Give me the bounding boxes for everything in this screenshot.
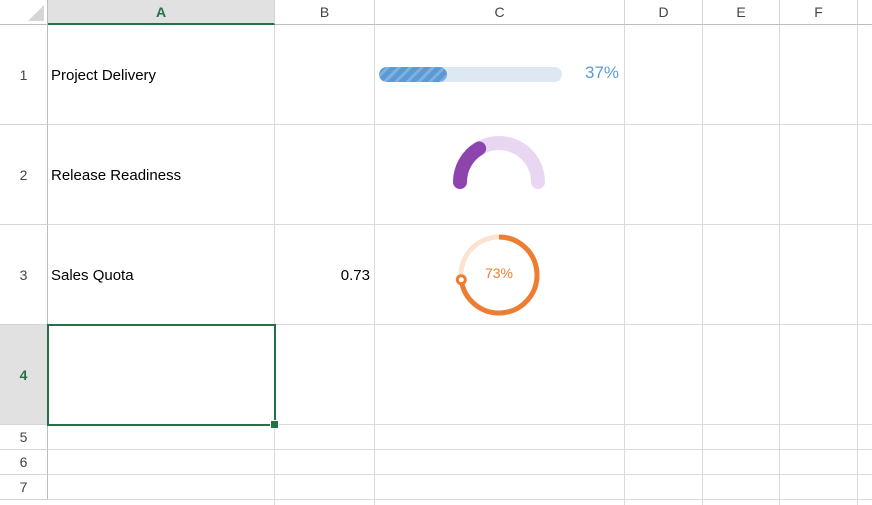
gauge-fill [453, 141, 487, 189]
row-header-1[interactable]: 1 [0, 25, 48, 125]
column-header-e[interactable]: E [703, 0, 780, 25]
gridline [48, 499, 872, 500]
active-cell-a4[interactable] [47, 324, 279, 429]
gridline [779, 25, 780, 505]
row-header-2[interactable]: 2 [0, 125, 48, 225]
row-header-6[interactable]: 6 [0, 450, 48, 475]
row-header-7[interactable]: 7 [0, 475, 48, 500]
column-header-c[interactable]: C [375, 0, 625, 25]
row-header-5[interactable]: 5 [0, 425, 48, 450]
select-all-button[interactable] [0, 0, 48, 25]
progress-bar [379, 67, 562, 82]
ring-chart: 73% [455, 234, 540, 316]
gridline [624, 25, 625, 505]
progress-bar-label: 37% [585, 63, 620, 82]
gridline [48, 449, 872, 450]
cell-a3[interactable]: Sales Quota [48, 225, 274, 325]
column-header-a[interactable]: A [48, 0, 275, 25]
gridline [857, 25, 858, 505]
row-header-4[interactable]: 4 [0, 325, 48, 425]
select-all-triangle-icon [28, 5, 44, 21]
column-header-b[interactable]: B [275, 0, 375, 25]
gauge-chart [453, 136, 545, 189]
ring-label: 73% [485, 265, 513, 281]
row-header-3[interactable]: 3 [0, 225, 48, 325]
gridline [702, 25, 703, 505]
column-header-g-partial[interactable] [858, 0, 872, 25]
cell-a2[interactable]: Release Readiness [48, 125, 274, 225]
gridline [374, 25, 375, 505]
spreadsheet-grid: A B C D E F 1 2 3 4 5 6 7 Project Delive… [0, 0, 872, 505]
column-header-d[interactable]: D [625, 0, 703, 25]
ring-end-marker [455, 274, 467, 286]
gridline [48, 474, 872, 475]
cell-a1[interactable]: Project Delivery [48, 25, 274, 125]
progress-bar-fill [379, 67, 447, 82]
fill-handle[interactable] [270, 420, 279, 429]
column-header-f[interactable]: F [780, 0, 858, 25]
cell-b3[interactable]: 0.73 [275, 225, 374, 325]
